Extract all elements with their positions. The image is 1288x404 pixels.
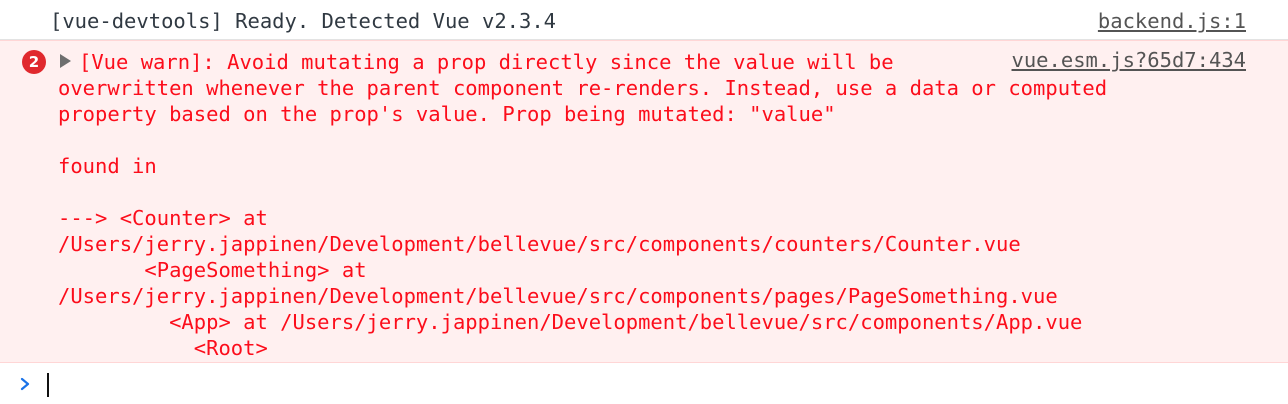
- error-line: [Vue warn]: Avoid mutating a prop direct…: [79, 50, 894, 74]
- error-line: <PageSomething> at: [58, 258, 367, 282]
- source-link-vue-esm[interactable]: vue.esm.js?65d7:434: [1012, 47, 1247, 73]
- console-prompt: [0, 363, 1288, 404]
- error-line: overwritten whenever the parent componen…: [58, 76, 1108, 100]
- error-line: ---> <Counter> at: [58, 206, 268, 230]
- error-count-badge: 2: [22, 50, 46, 74]
- error-line: /Users/jerry.jappinen/Development/bellev…: [58, 232, 1021, 256]
- error-line: <Root>: [58, 336, 268, 360]
- console-log-message: [vue-devtools] Ready. Detected Vue v2.3.…: [0, 0, 1288, 40]
- chevron-right-icon: [20, 377, 30, 391]
- log-message-text: [vue-devtools] Ready. Detected Vue v2.3.…: [50, 9, 557, 33]
- error-line: <App> at /Users/jerry.jappinen/Developme…: [58, 310, 1083, 334]
- console-panel: [vue-devtools] Ready. Detected Vue v2.3.…: [0, 0, 1288, 404]
- source-link-backend[interactable]: backend.js:1: [1098, 8, 1246, 34]
- console-input[interactable]: [44, 369, 1268, 401]
- error-line: /Users/jerry.jappinen/Development/bellev…: [58, 284, 1058, 308]
- text-caret: [47, 373, 49, 397]
- expand-triangle-icon[interactable]: [60, 54, 71, 68]
- error-line: property based on the prop's value. Prop…: [58, 102, 836, 126]
- error-line: found in: [58, 154, 157, 178]
- console-error-message: 2 vue.esm.js?65d7:434 [Vue warn]: Avoid …: [0, 40, 1288, 363]
